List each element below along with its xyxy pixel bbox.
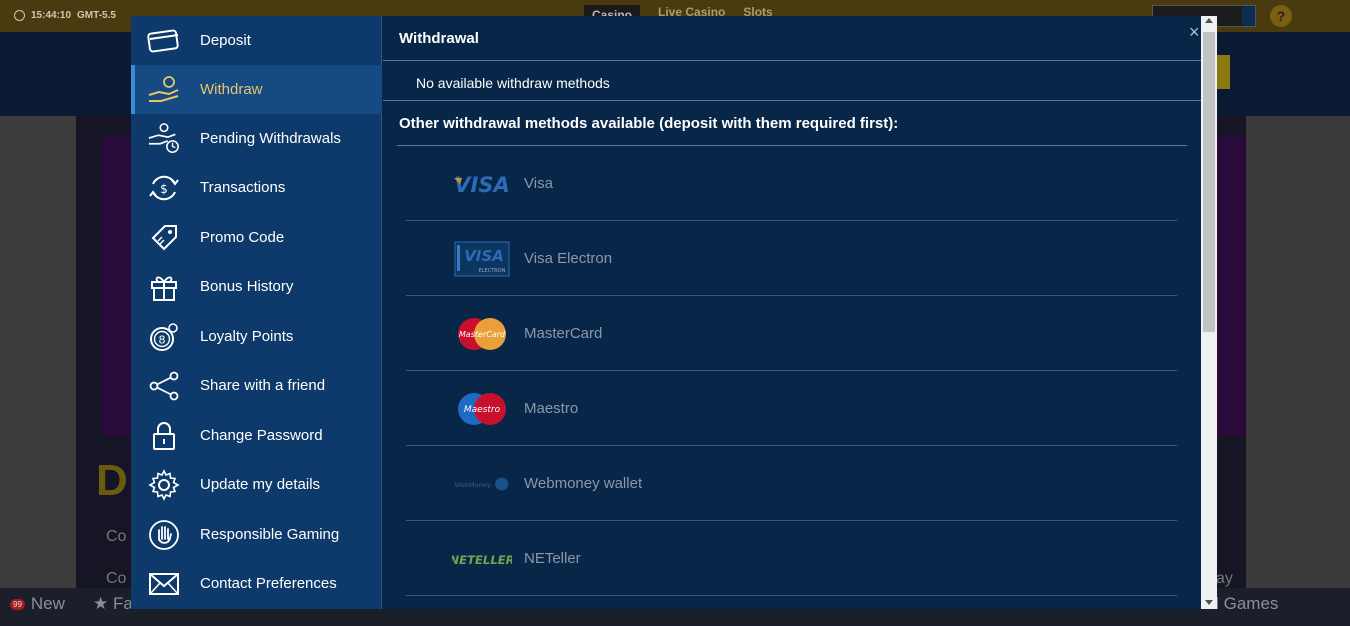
- method-webmoney[interactable]: WebMoney Webmoney wallet: [406, 446, 1177, 521]
- svg-text:8: 8: [159, 333, 166, 346]
- gift-icon: [147, 270, 181, 304]
- visa-logo-icon: VISA: [452, 166, 512, 202]
- new-count-badge: 99: [10, 598, 25, 610]
- cashier-modal: Deposit Withdraw Pending Withdrawals $ T…: [131, 16, 1217, 609]
- withdrawal-panel: Withdrawal No available withdraw methods…: [383, 16, 1201, 609]
- gear-icon: [147, 468, 181, 502]
- sidebar-item-withdraw[interactable]: Withdraw: [131, 65, 382, 114]
- bottom-new: 99 New: [10, 594, 65, 614]
- sidebar-item-label: Responsible Gaming: [200, 526, 340, 543]
- sidebar-item-label: Contact Preferences: [200, 575, 337, 592]
- method-name: Visa Electron: [524, 250, 613, 267]
- sidebar-item-label: Update my details: [200, 476, 321, 493]
- site-text-1: Co: [106, 528, 127, 545]
- sidebar-item-label: Share with a friend: [200, 377, 326, 394]
- method-name: Webmoney wallet: [524, 475, 643, 492]
- svg-text:MasterCard: MasterCard: [459, 330, 506, 339]
- sidebar-item-label: Change Password: [200, 427, 323, 444]
- sidebar-item-contact-preferences[interactable]: Contact Preferences: [131, 559, 382, 608]
- credit-card-icon: [147, 24, 181, 58]
- sidebar-item-label: Transactions: [200, 179, 286, 196]
- method-name: Maestro: [524, 400, 579, 417]
- sidebar-item-transactions[interactable]: $ Transactions: [131, 163, 382, 212]
- modal-scrollbar[interactable]: [1201, 16, 1217, 609]
- envelope-icon: [147, 567, 181, 601]
- site-big-letter: D: [96, 456, 128, 505]
- sidebar-item-label: Withdraw: [200, 81, 263, 98]
- scroll-down-icon[interactable]: [1205, 600, 1213, 605]
- svg-text:VISA: VISA: [454, 173, 509, 196]
- site-clock: 15:44:10 GMT-5.5: [14, 10, 116, 21]
- close-icon[interactable]: ×: [1189, 22, 1200, 43]
- method-name: Visa: [524, 175, 553, 192]
- scroll-thumb[interactable]: [1203, 32, 1215, 332]
- tag-icon: [147, 221, 181, 255]
- method-maestro[interactable]: Maestro Maestro: [406, 371, 1177, 446]
- clock-time: 15:44:10: [31, 10, 72, 21]
- sidebar-item-promo-code[interactable]: Promo Code: [131, 213, 382, 262]
- neteller-logo-icon: NETELLER: [452, 541, 512, 577]
- hand-stop-icon: [147, 518, 181, 552]
- sidebar-item-label: Loyalty Points: [200, 328, 294, 345]
- bottom-new-label: New: [30, 594, 65, 613]
- no-methods-message: No available withdraw methods: [416, 75, 610, 91]
- page-title: Withdrawal: [399, 30, 479, 47]
- lock-icon: [147, 419, 181, 453]
- divider: [383, 60, 1201, 61]
- sidebar-item-loyalty-points[interactable]: 8 Loyalty Points: [131, 312, 382, 361]
- method-mastercard[interactable]: MasterCard MasterCard: [406, 296, 1177, 371]
- sidebar-item-responsible-gaming[interactable]: Responsible Gaming: [131, 510, 382, 559]
- sidebar-item-share-with-friend[interactable]: Share with a friend: [131, 361, 382, 410]
- svg-text:Maestro: Maestro: [464, 405, 501, 415]
- sidebar-item-label: Bonus History: [200, 278, 294, 295]
- maestro-logo-icon: Maestro: [452, 391, 512, 427]
- sidebar-item-pending-withdrawals[interactable]: Pending Withdrawals: [131, 114, 382, 163]
- svg-text:WebMoney: WebMoney: [455, 481, 491, 489]
- sidebar-item-label: Promo Code: [200, 229, 285, 246]
- sidebar-item-change-password[interactable]: Change Password: [131, 411, 382, 460]
- method-name: MasterCard: [524, 325, 603, 342]
- cashier-sidebar: Deposit Withdraw Pending Withdrawals $ T…: [131, 16, 382, 609]
- refresh-dollar-icon: $: [147, 171, 181, 205]
- chevron-down-icon: [1242, 6, 1255, 26]
- svg-text:VISA: VISA: [464, 247, 504, 265]
- clock-timezone: GMT-5.5: [77, 10, 116, 21]
- svg-text:NETELLER: NETELLER: [452, 553, 512, 567]
- method-name: NETeller: [524, 550, 581, 567]
- webmoney-logo-icon: WebMoney: [452, 466, 512, 502]
- help-icon: ?: [1270, 5, 1292, 27]
- sidebar-item-bonus-history[interactable]: Bonus History: [131, 262, 382, 311]
- divider: [383, 100, 1201, 101]
- method-neteller[interactable]: NETELLER NETeller: [406, 521, 1177, 596]
- visa-electron-logo-icon: VISA ELECTRON: [452, 241, 512, 277]
- mastercard-logo-icon: MasterCard: [452, 316, 512, 352]
- site-text-2: Co: [106, 570, 127, 587]
- share-icon: [147, 369, 181, 403]
- hand-clock-icon: [147, 122, 181, 156]
- method-visa[interactable]: VISA Visa: [406, 146, 1177, 221]
- svg-text:$: $: [160, 182, 168, 196]
- method-visa-electron[interactable]: VISA ELECTRON Visa Electron: [406, 221, 1177, 296]
- hand-coins-icon: [147, 73, 181, 107]
- sidebar-item-deposit[interactable]: Deposit: [131, 16, 382, 65]
- sidebar-item-label: Deposit: [200, 32, 251, 49]
- sidebar-item-update-details[interactable]: Update my details: [131, 460, 382, 509]
- sidebar-item-label: Pending Withdrawals: [200, 130, 341, 147]
- coin-icon: 8: [147, 320, 181, 354]
- site-text-right: ay: [1216, 570, 1233, 587]
- scroll-up-icon[interactable]: [1205, 18, 1213, 23]
- site-left-gutter: [0, 116, 76, 588]
- clock-icon: [14, 10, 25, 21]
- svg-text:ELECTRON: ELECTRON: [479, 268, 506, 274]
- other-methods-heading: Other withdrawal methods available (depo…: [399, 115, 899, 132]
- site-right-gutter: [1246, 116, 1350, 588]
